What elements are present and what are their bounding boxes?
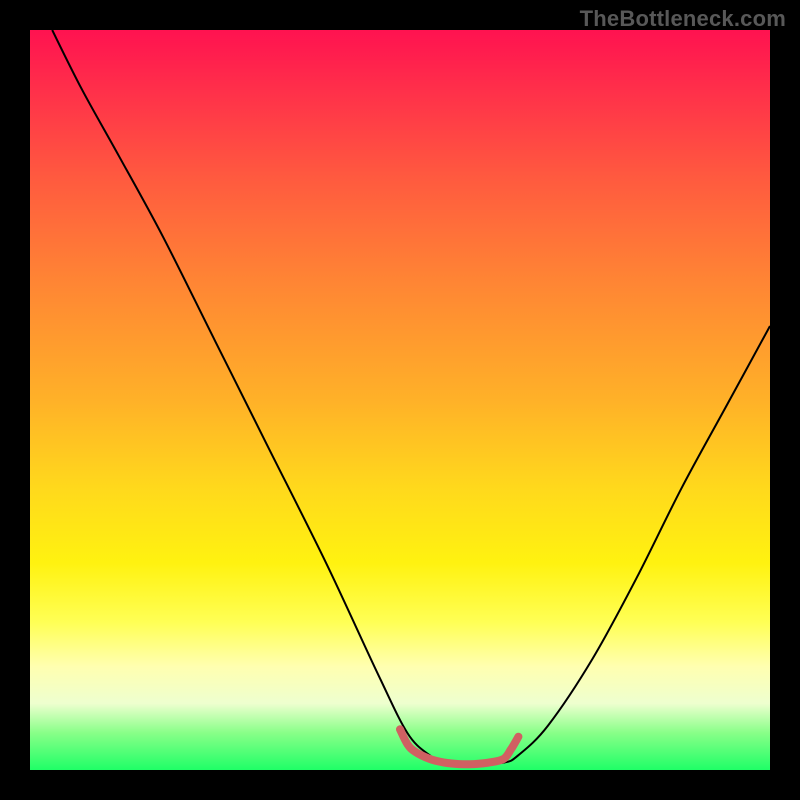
plot-area	[30, 30, 770, 770]
chart-svg	[30, 30, 770, 770]
watermark-text: TheBottleneck.com	[580, 6, 786, 32]
bottleneck-curve	[52, 30, 770, 763]
chart-frame: TheBottleneck.com	[0, 0, 800, 800]
